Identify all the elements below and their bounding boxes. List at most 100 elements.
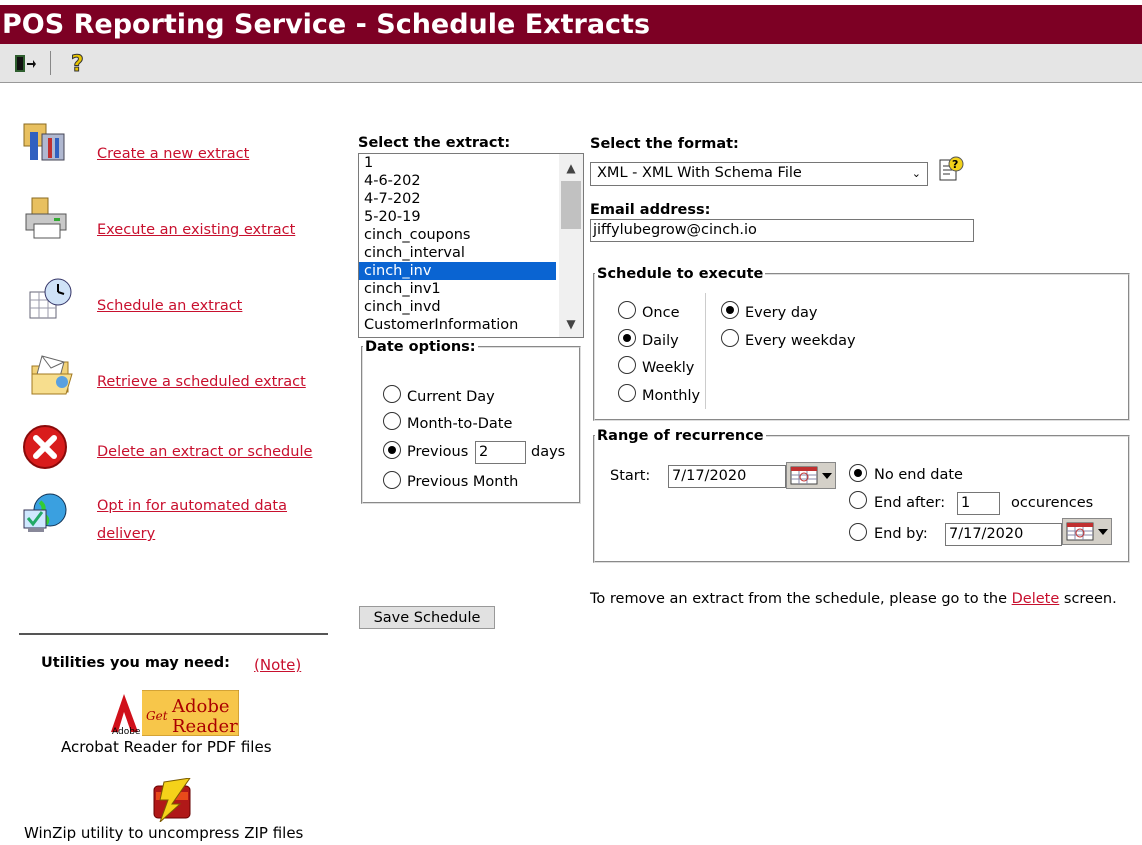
month-to-date-label: Month-to-Date (407, 416, 513, 432)
weekly-radio[interactable] (618, 356, 636, 374)
start-calendar-button[interactable] (786, 462, 836, 489)
svg-text:?: ? (952, 158, 958, 171)
email-input[interactable]: jiffylubegrow@cinch.io (590, 219, 974, 242)
divider (19, 633, 328, 635)
extract-option[interactable]: cinch_inv1 (359, 280, 556, 298)
remove-note-suffix: screen. (1063, 591, 1117, 607)
no-end-date-label: No end date (874, 467, 963, 483)
days-label: days (531, 444, 566, 460)
extract-option[interactable]: 5-20-19 (359, 208, 556, 226)
utilities-heading: Utilities you may need: (41, 655, 230, 671)
extract-listbox[interactable]: 1 4-6-202 4-7-202 5-20-19 cinch_coupons … (358, 153, 584, 338)
start-date-input[interactable]: 7/17/2020 (668, 465, 786, 488)
recurrence-legend: Range of recurrence (597, 428, 764, 444)
current-day-label: Current Day (407, 389, 495, 405)
extract-option-selected[interactable]: cinch_inv (359, 262, 556, 280)
scroll-down-icon[interactable]: ▼ (559, 314, 583, 334)
winzip-icon[interactable] (150, 778, 196, 822)
extract-option[interactable]: cinch_invd (359, 298, 556, 316)
format-select[interactable]: XML - XML With Schema File ⌄ (590, 162, 928, 186)
month-to-date-radio[interactable] (383, 412, 401, 430)
end-after-label: End after: (874, 495, 946, 511)
occurences-label: occurences (1011, 495, 1094, 511)
svg-text:Reader: Reader (172, 716, 238, 736)
svg-text:?: ? (71, 52, 84, 77)
folder-mail-icon (31, 355, 73, 395)
previous-month-radio[interactable] (383, 471, 401, 489)
no-end-date-radio[interactable] (849, 464, 867, 482)
once-radio[interactable] (618, 301, 636, 319)
create-extract-link[interactable]: Create a new extract (97, 146, 249, 162)
previous-month-label: Previous Month (407, 474, 519, 490)
calendar-icon (790, 466, 832, 485)
adobe-reader-logo[interactable]: Adobe Get Adobe Reader (107, 689, 240, 737)
svg-text:Get: Get (146, 709, 168, 723)
retrieve-extract-link[interactable]: Retrieve a scheduled extract (97, 374, 306, 390)
end-after-input[interactable]: 1 (957, 492, 1000, 515)
end-by-calendar-button[interactable] (1062, 518, 1112, 545)
extract-option[interactable]: 4-7-202 (359, 190, 556, 208)
toolbar-separator (50, 51, 51, 75)
clock-calendar-icon (29, 278, 72, 319)
daily-label: Daily (642, 333, 679, 349)
format-label: Select the format: (590, 136, 739, 152)
every-weekday-radio[interactable] (721, 329, 739, 347)
monthly-label: Monthly (642, 388, 701, 404)
execute-extract-link[interactable]: Execute an existing extract (97, 222, 295, 238)
daily-radio[interactable] (618, 329, 636, 347)
end-by-label: End by: (874, 526, 928, 542)
once-label: Once (642, 305, 680, 321)
delete-x-icon (23, 425, 67, 469)
extract-scrollbar[interactable]: ▲ ▼ (559, 154, 583, 337)
format-help-icon[interactable]: ? (938, 154, 964, 182)
end-after-radio[interactable] (849, 491, 867, 509)
page-title: POS Reporting Service - Schedule Extract… (2, 9, 651, 40)
every-day-radio[interactable] (721, 301, 739, 319)
help-question-icon[interactable]: ? (68, 51, 90, 78)
extract-option[interactable]: cinch_coupons (359, 226, 556, 244)
end-by-date-input[interactable]: 7/17/2020 (945, 523, 1062, 546)
save-schedule-button[interactable]: Save Schedule (359, 606, 495, 629)
format-select-value: XML - XML With Schema File (597, 165, 802, 181)
toolbar: ? (0, 44, 1142, 83)
previous-days-input[interactable]: 2 (475, 441, 526, 464)
chevron-down-icon: ⌄ (911, 167, 921, 180)
delete-extract-link[interactable]: Delete an extract or schedule (97, 444, 312, 460)
every-weekday-label: Every weekday (745, 333, 856, 349)
remove-note-prefix: To remove an extract from the schedule, … (590, 591, 1008, 607)
title-bar: POS Reporting Service - Schedule Extract… (0, 5, 1142, 44)
date-options-legend: Date options: (365, 339, 476, 355)
monthly-radio[interactable] (618, 384, 636, 402)
schedule-extract-link[interactable]: Schedule an extract (97, 298, 242, 314)
extract-option[interactable]: 4-6-202 (359, 172, 556, 190)
start-label: Start: (610, 468, 651, 484)
previous-label: Previous (407, 444, 469, 460)
svg-text:Adobe: Adobe (112, 727, 141, 736)
delete-screen-link[interactable]: Delete (1012, 591, 1060, 607)
winzip-caption: WinZip utility to uncompress ZIP files (24, 824, 304, 842)
remove-note: To remove an extract from the schedule, … (590, 591, 1117, 607)
svg-text:Adobe: Adobe (171, 696, 230, 717)
schedule-legend: Schedule to execute (597, 266, 764, 282)
end-by-radio[interactable] (849, 523, 867, 541)
email-label: Email address: (590, 202, 711, 218)
opt-in-link-line2[interactable]: delivery (97, 526, 155, 542)
calendar-icon (1066, 522, 1108, 541)
scrollbar-thumb[interactable] (561, 181, 581, 229)
weekly-label: Weekly (642, 360, 695, 376)
globe-computer-icon (23, 493, 67, 532)
extract-option[interactable]: CustomerInformation (359, 316, 556, 334)
extract-option[interactable]: 1 (359, 154, 556, 172)
adobe-caption: Acrobat Reader for PDF files (61, 738, 272, 756)
opt-in-link-line1[interactable]: Opt in for automated data (97, 498, 287, 514)
scroll-up-icon[interactable]: ▲ (559, 158, 583, 178)
printer-icon (25, 197, 67, 239)
current-day-radio[interactable] (383, 385, 401, 403)
previous-radio[interactable] (383, 441, 401, 459)
exit-door-icon[interactable] (12, 53, 36, 75)
new-extract-icon (23, 123, 65, 161)
utilities-note-link[interactable]: (Note) (254, 656, 301, 674)
extract-label: Select the extract: (358, 135, 511, 151)
extract-option[interactable]: cinch_interval (359, 244, 556, 262)
schedule-divider (705, 293, 706, 409)
